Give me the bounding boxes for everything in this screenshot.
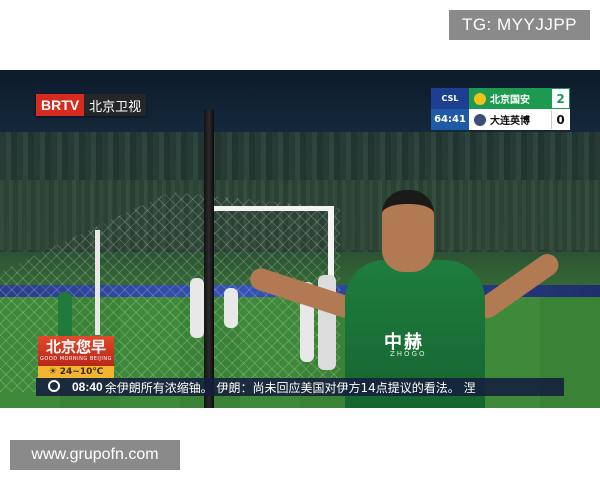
- away-team-name: 大连英博: [490, 116, 530, 127]
- clock-icon: [48, 380, 60, 392]
- news-program-subtitle: GOOD MORNING BEIJING: [40, 356, 112, 362]
- player-head: [382, 190, 434, 272]
- site-watermark: www.grupofn.com: [10, 440, 180, 470]
- weather-bar: ☀ 24~10℃: [38, 366, 114, 378]
- video-frame[interactable]: 中赫 ZHOGO BRTV 北京卫视 CSL 64:41 北京国安 2 大连英博…: [0, 70, 600, 408]
- channel-name: 北京卫视: [84, 94, 147, 116]
- home-score: 2: [552, 89, 569, 108]
- news-program-title: 北京您早: [45, 338, 106, 356]
- home-crest-icon: [474, 92, 486, 105]
- home-team-name: 北京国安: [490, 95, 530, 106]
- shirt-sponsor-sub: ZHOGO: [390, 350, 427, 358]
- scoreboard: CSL 64:41 北京国安 2 大连英博 0: [431, 88, 570, 130]
- ticker-time: 08:40: [72, 380, 103, 394]
- ticker-text: 余伊朗所有浓缩铀。 伊朗：尚未回应美国对伊方14点提议的看法。 涅: [104, 380, 476, 395]
- channel-logo: BRTV 北京卫视: [36, 94, 147, 116]
- sun-icon: ☀: [48, 367, 57, 377]
- background-player: [190, 278, 204, 338]
- tg-watermark: TG: MYYJJPP: [449, 10, 590, 40]
- league-logo: CSL: [431, 88, 469, 109]
- away-team-row: 大连英博 0: [469, 109, 570, 130]
- goal-crossbar: [212, 206, 334, 211]
- brtv-logo: BRTV: [36, 94, 85, 116]
- away-crest-icon: [474, 113, 486, 126]
- weather-temperature: 24~10℃: [59, 367, 104, 377]
- match-clock: 64:41: [431, 109, 469, 130]
- home-team-row: 北京国安 2: [469, 88, 570, 109]
- background-player: [224, 288, 238, 328]
- camera-pole: [204, 110, 214, 408]
- news-program-logo: 北京您早 GOOD MORNING BEIJING: [38, 336, 114, 366]
- away-score: 0: [551, 110, 569, 129]
- news-ticker: 08:40 余伊朗所有浓缩铀。 伊朗：尚未回应美国对伊方14点提议的看法。 涅: [36, 378, 564, 396]
- goal-post-left: [95, 230, 100, 335]
